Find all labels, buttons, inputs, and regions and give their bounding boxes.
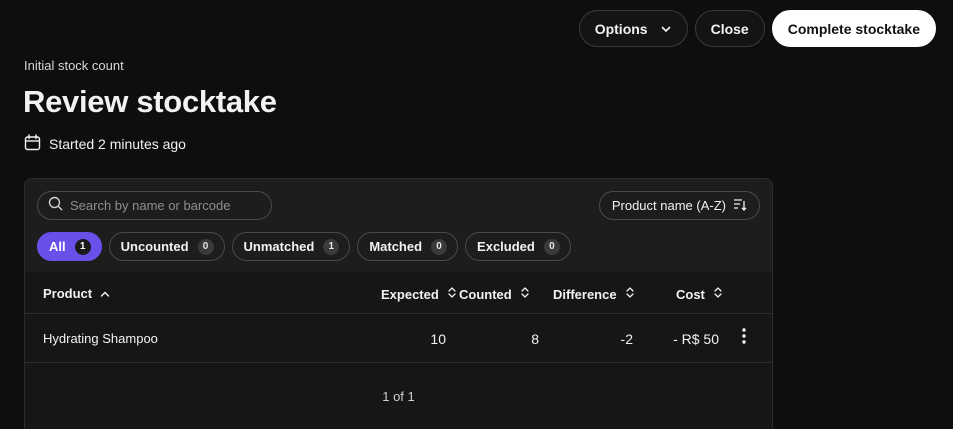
sort-icon — [625, 286, 635, 302]
search-icon — [48, 196, 63, 216]
sort-icon — [520, 286, 530, 302]
column-label: Expected — [381, 286, 439, 302]
filter-label: Matched — [369, 239, 423, 254]
table-header: Product Expected Counted Difference Cost — [25, 272, 772, 314]
cell-difference: -2 — [620, 331, 633, 347]
filter-label: Excluded — [477, 239, 535, 254]
filter-excluded[interactable]: Excluded 0 — [465, 232, 571, 261]
more-options-icon[interactable] — [742, 328, 746, 347]
sort-icon — [713, 286, 723, 302]
filter-uncounted[interactable]: Uncounted 0 — [108, 232, 225, 261]
column-expected[interactable]: Expected — [381, 286, 457, 302]
column-counted[interactable]: Counted — [459, 286, 530, 302]
close-button[interactable]: Close — [694, 10, 765, 47]
sort-asc-icon — [100, 286, 110, 301]
cell-counted: 8 — [531, 331, 539, 347]
column-cost[interactable]: Cost — [676, 286, 723, 302]
filter-count: 0 — [543, 238, 560, 255]
chevron-down-icon — [660, 23, 672, 35]
column-product[interactable]: Product — [43, 286, 110, 301]
search-input[interactable] — [70, 198, 260, 213]
filter-count: 1 — [323, 238, 340, 255]
filter-unmatched[interactable]: Unmatched 1 — [231, 232, 351, 261]
column-label: Difference — [553, 286, 617, 302]
sort-dropdown[interactable]: Product name (A-Z) — [598, 191, 760, 220]
page-title: Review stocktake — [23, 84, 277, 119]
page-subtitle: Initial stock count — [24, 58, 124, 73]
sort-icon — [447, 286, 457, 302]
filter-label: All — [49, 239, 66, 254]
started-text: Started 2 minutes ago — [49, 136, 186, 152]
filter-count: 1 — [74, 238, 91, 255]
pagination: 1 of 1 — [382, 389, 415, 404]
filter-chips: All 1 Uncounted 0 Unmatched 1 Matched 0 … — [37, 232, 571, 261]
cell-expected: 10 — [430, 331, 446, 347]
table-row[interactable]: Hydrating Shampoo 10 8 -2 - R$ 50 — [25, 314, 772, 363]
started-info: Started 2 minutes ago — [24, 134, 186, 154]
column-label: Cost — [676, 286, 705, 302]
filter-label: Unmatched — [243, 239, 315, 254]
sort-label: Product name (A-Z) — [611, 198, 726, 213]
filter-count: 0 — [197, 238, 214, 255]
filter-count: 0 — [431, 238, 448, 255]
options-label: Options — [594, 20, 648, 37]
column-label: Product — [43, 286, 93, 301]
options-button[interactable]: Options — [578, 10, 688, 47]
stocktake-panel: Product name (A-Z) All 1 Uncounted 0 Unm… — [24, 178, 773, 429]
filter-matched[interactable]: Matched 0 — [357, 232, 459, 261]
cell-product: Hydrating Shampoo — [43, 331, 158, 346]
sort-icon — [733, 198, 747, 214]
column-label: Counted — [459, 286, 512, 302]
search-box[interactable] — [37, 191, 272, 220]
calendar-icon — [24, 134, 41, 154]
complete-stocktake-button[interactable]: Complete stocktake — [771, 10, 936, 47]
column-difference[interactable]: Difference — [553, 286, 635, 302]
filter-all[interactable]: All 1 — [37, 232, 102, 261]
cell-cost: - R$ 50 — [673, 331, 719, 347]
filter-bar: Product name (A-Z) All 1 Uncounted 0 Unm… — [25, 179, 772, 272]
filter-label: Uncounted — [120, 239, 189, 254]
top-toolbar: Options Close Complete stocktake — [578, 10, 936, 47]
